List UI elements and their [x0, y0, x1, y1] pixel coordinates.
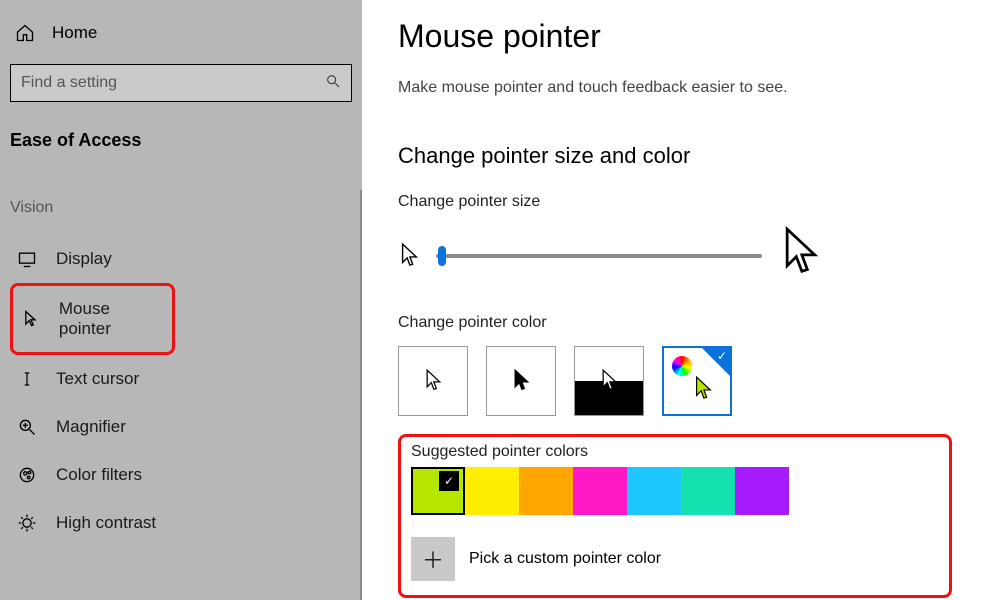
check-icon: ✓ — [717, 349, 727, 363]
suggested-colors-section: Suggested pointer colors ✓ ＋ Pick a cust… — [398, 434, 952, 598]
plus-icon: ＋ — [422, 543, 444, 575]
color-swatch-orange[interactable] — [519, 467, 573, 515]
home-icon — [14, 22, 36, 44]
page-title: Mouse pointer — [398, 18, 952, 55]
pointer-color-inverted[interactable] — [574, 346, 644, 416]
category-title: Ease of Access — [10, 130, 352, 151]
text-cursor-icon — [16, 368, 38, 390]
color-filters-icon — [16, 464, 38, 486]
sidebar-item-label: Mouse pointer — [59, 299, 166, 339]
pointer-size-row — [398, 225, 952, 286]
color-swatch-lime[interactable]: ✓ — [411, 467, 465, 515]
sidebar-item-high-contrast[interactable]: High contrast — [10, 499, 352, 547]
sidebar-item-label: Display — [56, 249, 112, 269]
pointer-color-black[interactable] — [486, 346, 556, 416]
slider-thumb[interactable] — [438, 246, 446, 266]
sidebar-item-display[interactable]: Display — [10, 235, 352, 283]
cursor-small-icon — [398, 242, 420, 270]
sidebar-item-color-filters[interactable]: Color filters — [10, 451, 352, 499]
sidebar: Home Find a setting Ease of Access Visio… — [0, 0, 362, 600]
home-label: Home — [52, 23, 97, 43]
color-swatch-teal[interactable] — [681, 467, 735, 515]
color-wheel-icon — [672, 356, 692, 376]
suggested-color-swatches: ✓ — [411, 467, 939, 515]
group-label: Vision — [10, 199, 352, 217]
sidebar-item-mouse-pointer[interactable]: Mouse pointer — [10, 283, 175, 355]
section-title: Change pointer size and color — [398, 143, 952, 169]
pointer-color-white[interactable] — [398, 346, 468, 416]
pointer-size-label: Change pointer size — [398, 193, 952, 211]
color-swatch-magenta[interactable] — [573, 467, 627, 515]
pointer-color-options: ✓ — [398, 346, 952, 416]
sidebar-item-label: Text cursor — [56, 369, 139, 389]
sidebar-item-label: Magnifier — [56, 417, 126, 437]
check-icon: ✓ — [439, 471, 459, 491]
pointer-size-slider[interactable] — [436, 254, 762, 258]
mouse-pointer-icon — [19, 308, 41, 330]
cursor-large-icon — [778, 225, 822, 286]
suggested-colors-label: Suggested pointer colors — [411, 443, 939, 461]
color-swatch-cyan[interactable] — [627, 467, 681, 515]
add-custom-color-button[interactable]: ＋ — [411, 537, 455, 581]
search-input[interactable]: Find a setting — [10, 64, 352, 102]
display-icon — [16, 248, 38, 270]
color-swatch-yellow[interactable] — [465, 467, 519, 515]
sidebar-item-text-cursor[interactable]: Text cursor — [10, 355, 352, 403]
page-description: Make mouse pointer and touch feedback ea… — [398, 79, 952, 97]
custom-color-row[interactable]: ＋ Pick a custom pointer color — [411, 537, 939, 581]
high-contrast-icon — [16, 512, 38, 534]
color-swatch-purple[interactable] — [735, 467, 789, 515]
pointer-color-label: Change pointer color — [398, 314, 952, 332]
nav-list: Display Mouse pointer Text cursor Magnif… — [10, 235, 352, 547]
search-icon — [325, 73, 341, 94]
sidebar-item-magnifier[interactable]: Magnifier — [10, 403, 352, 451]
search-placeholder: Find a setting — [21, 74, 117, 92]
custom-color-label: Pick a custom pointer color — [469, 550, 661, 568]
sidebar-item-label: Color filters — [56, 465, 142, 485]
sidebar-item-label: High contrast — [56, 513, 156, 533]
home-link[interactable]: Home — [10, 18, 352, 54]
magnifier-icon — [16, 416, 38, 438]
pointer-color-custom[interactable]: ✓ — [662, 346, 732, 416]
main-content: Mouse pointer Make mouse pointer and tou… — [362, 0, 982, 600]
sidebar-divider — [360, 190, 362, 600]
